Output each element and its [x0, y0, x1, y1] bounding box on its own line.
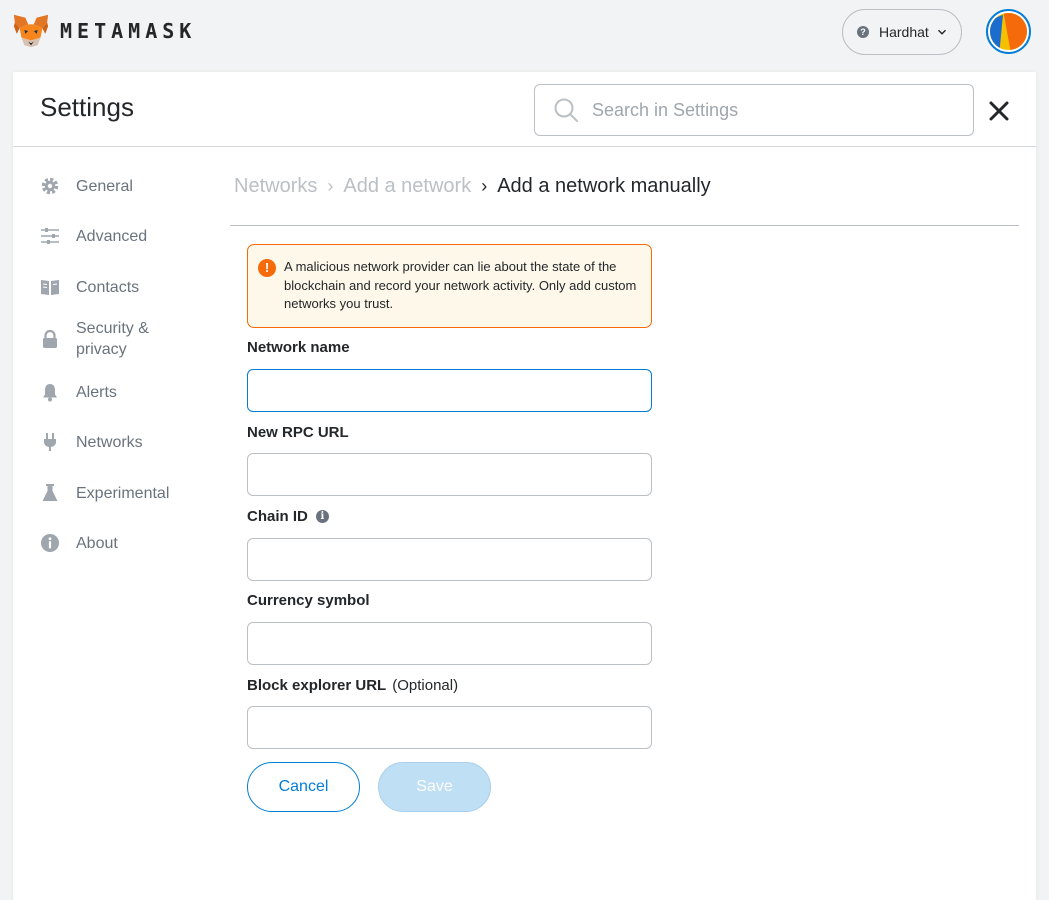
sidebar-item-alerts[interactable]: Alerts — [39, 381, 117, 403]
breadcrumb: Networks › Add a network › Add a network… — [234, 175, 711, 198]
chain-id-input[interactable] — [247, 538, 652, 581]
metamask-logo[interactable]: METAMASK — [12, 12, 196, 50]
fox-icon — [13, 14, 49, 48]
flask-icon — [39, 482, 61, 504]
breadcrumb-current: Add a network manually — [497, 175, 711, 197]
chain-id-label: Chain ID — [247, 508, 308, 525]
warning-icon: ! — [258, 259, 276, 277]
sidebar-item-label: Alerts — [76, 383, 117, 401]
currency-symbol-input[interactable] — [247, 622, 652, 665]
page-title: Settings — [40, 92, 134, 122]
network-name-label: Network name — [247, 339, 350, 356]
gear-icon — [39, 175, 61, 197]
sidebar-item-label: Networks — [76, 433, 143, 451]
chain-id-label-row: Chain ID i — [247, 508, 329, 525]
bell-icon — [39, 381, 61, 403]
chevron-right-icon: › — [327, 176, 334, 196]
save-button[interactable]: Save — [378, 762, 491, 812]
network-selector[interactable]: ? Hardhat — [842, 9, 962, 55]
sidebar-item-label: Experimental — [76, 484, 170, 502]
sidebar-item-networks[interactable]: Networks — [39, 431, 143, 453]
rpc-url-input[interactable] — [247, 453, 652, 496]
app-header: METAMASK ? Hardhat — [0, 0, 1049, 62]
identicon-icon — [990, 13, 1027, 50]
settings-header: Settings — [13, 72, 1036, 147]
plug-icon — [39, 431, 61, 453]
sidebar-item-contacts[interactable]: Contacts — [39, 276, 139, 298]
info-icon[interactable]: i — [315, 510, 329, 523]
rpc-url-label: New RPC URL — [247, 424, 349, 441]
optional-label: (Optional) — [392, 677, 459, 694]
block-explorer-label-row: Block explorer URL (Optional) — [247, 677, 458, 694]
search-input[interactable] — [592, 99, 952, 121]
sidebar-item-advanced[interactable]: Advanced — [39, 225, 147, 247]
sidebar-item-security[interactable]: Security & privacy — [39, 318, 166, 360]
metamask-wordmark: METAMASK — [60, 19, 197, 43]
search-box[interactable] — [534, 84, 974, 136]
sidebar-item-label: Contacts — [76, 278, 140, 296]
search-icon — [554, 98, 578, 122]
currency-symbol-label: Currency symbol — [247, 592, 370, 609]
settings-card: Settings General — [13, 72, 1036, 900]
block-explorer-label: Block explorer URL — [247, 677, 387, 694]
sidebar-item-about[interactable]: About — [39, 532, 118, 554]
account-avatar[interactable] — [986, 9, 1031, 54]
block-explorer-input[interactable] — [247, 706, 652, 749]
network-name: Hardhat — [879, 24, 929, 40]
chevron-down-icon — [937, 29, 946, 35]
book-icon — [39, 276, 61, 298]
network-name-input[interactable] — [247, 369, 652, 412]
breadcrumb-networks[interactable]: Networks — [234, 175, 317, 198]
warning-banner: ! A malicious network provider can lie a… — [247, 244, 652, 328]
lock-icon — [39, 328, 61, 350]
sidebar-item-label: General — [76, 177, 133, 195]
sidebar-item-general[interactable]: General — [39, 175, 133, 197]
info-circle-icon — [39, 532, 61, 554]
close-icon[interactable] — [988, 100, 1010, 122]
sliders-icon — [39, 225, 61, 247]
chevron-right-icon: › — [481, 176, 488, 196]
network-status-icon: ? — [857, 26, 869, 38]
divider — [230, 225, 1019, 226]
sidebar-item-experimental[interactable]: Experimental — [39, 482, 169, 504]
sidebar-item-label: Security & privacy — [76, 320, 149, 358]
breadcrumb-add-network[interactable]: Add a network — [343, 175, 471, 198]
cancel-button[interactable]: Cancel — [247, 762, 360, 812]
sidebar-item-label: About — [76, 534, 118, 552]
warning-text: A malicious network provider can lie abo… — [284, 259, 637, 311]
sidebar-item-label: Advanced — [76, 227, 148, 245]
